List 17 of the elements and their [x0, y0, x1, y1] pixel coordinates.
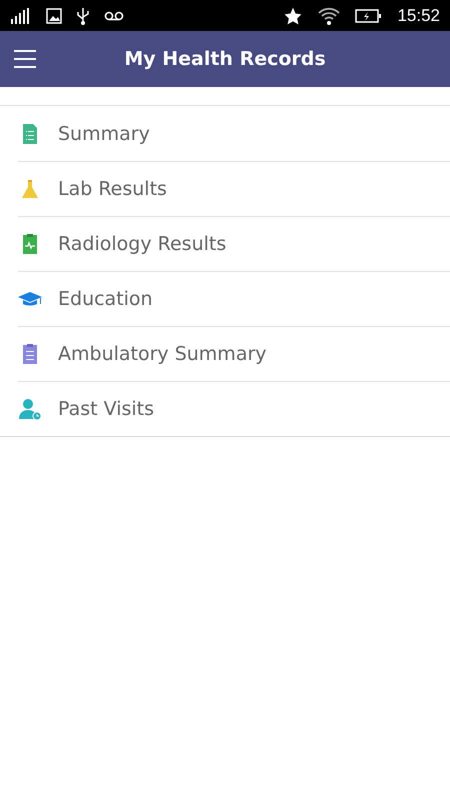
usb-icon: [76, 6, 90, 24]
battery-charging-icon: [355, 8, 384, 24]
signal-icon: [10, 8, 32, 24]
menu-item[interactable]: Summary: [58, 122, 150, 144]
voicemail-icon: [104, 10, 124, 22]
menu-button[interactable]: [14, 50, 36, 68]
menu-item[interactable]: Lab Results: [58, 178, 167, 200]
user-clock-icon: [18, 397, 42, 421]
app-title: My Health Records: [123, 48, 327, 70]
image-icon: [46, 8, 62, 24]
wifi-icon: [317, 6, 342, 26]
menu-item[interactable]: Past Visits: [58, 398, 154, 420]
menu-item[interactable]: Ambulatory Summary: [58, 343, 267, 365]
clock-time: 15:52: [397, 6, 440, 26]
menu-item[interactable]: Education: [58, 288, 153, 310]
menu-item[interactable]: Radiology Results: [58, 233, 226, 255]
star-icon: [283, 6, 304, 26]
